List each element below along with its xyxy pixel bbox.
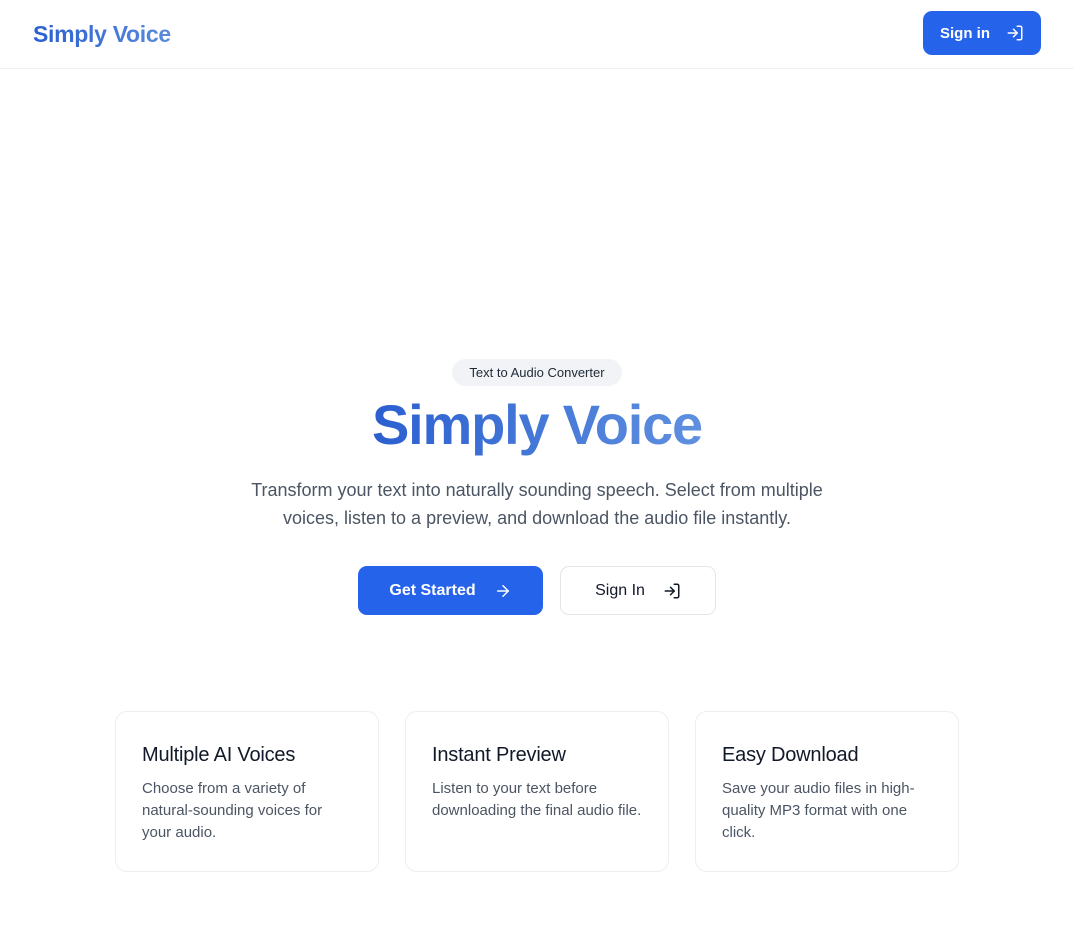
hero-subtitle: Transform your text into naturally sound… bbox=[251, 480, 823, 528]
sign-in-icon bbox=[1006, 24, 1024, 42]
feature-card: Easy Download Save your audio files in h… bbox=[695, 711, 959, 872]
feature-description: Save your audio files in high-quality MP… bbox=[722, 780, 915, 841]
hero-badge: Text to Audio Converter bbox=[452, 359, 622, 386]
arrow-right-icon bbox=[494, 582, 512, 600]
feature-title: Easy Download bbox=[722, 744, 859, 766]
feature-title: Multiple AI Voices bbox=[142, 744, 296, 766]
feature-description: Listen to your text before downloading t… bbox=[432, 780, 642, 819]
hero-sign-in-button[interactable]: Sign In bbox=[560, 566, 716, 615]
feature-card: Instant Preview Listen to your text befo… bbox=[405, 711, 669, 872]
site-header: Simply Voice Sign in bbox=[0, 0, 1074, 69]
logo[interactable]: Simply Voice bbox=[33, 19, 171, 49]
get-started-label: Get Started bbox=[389, 581, 476, 599]
hero-title-text: Simply Voice bbox=[371, 393, 703, 456]
sign-in-icon bbox=[663, 582, 681, 600]
feature-card: Multiple AI Voices Choose from a variety… bbox=[115, 711, 379, 872]
header-sign-in-button[interactable]: Sign in bbox=[923, 11, 1041, 55]
hero-sign-in-label: Sign In bbox=[595, 581, 645, 599]
get-started-button[interactable]: Get Started bbox=[358, 566, 543, 615]
sign-in-label: Sign in bbox=[940, 24, 990, 42]
feature-title: Instant Preview bbox=[432, 744, 566, 766]
hero-title: Simply Voice bbox=[0, 390, 1074, 460]
feature-description: Choose from a variety of natural-soundin… bbox=[142, 780, 323, 841]
